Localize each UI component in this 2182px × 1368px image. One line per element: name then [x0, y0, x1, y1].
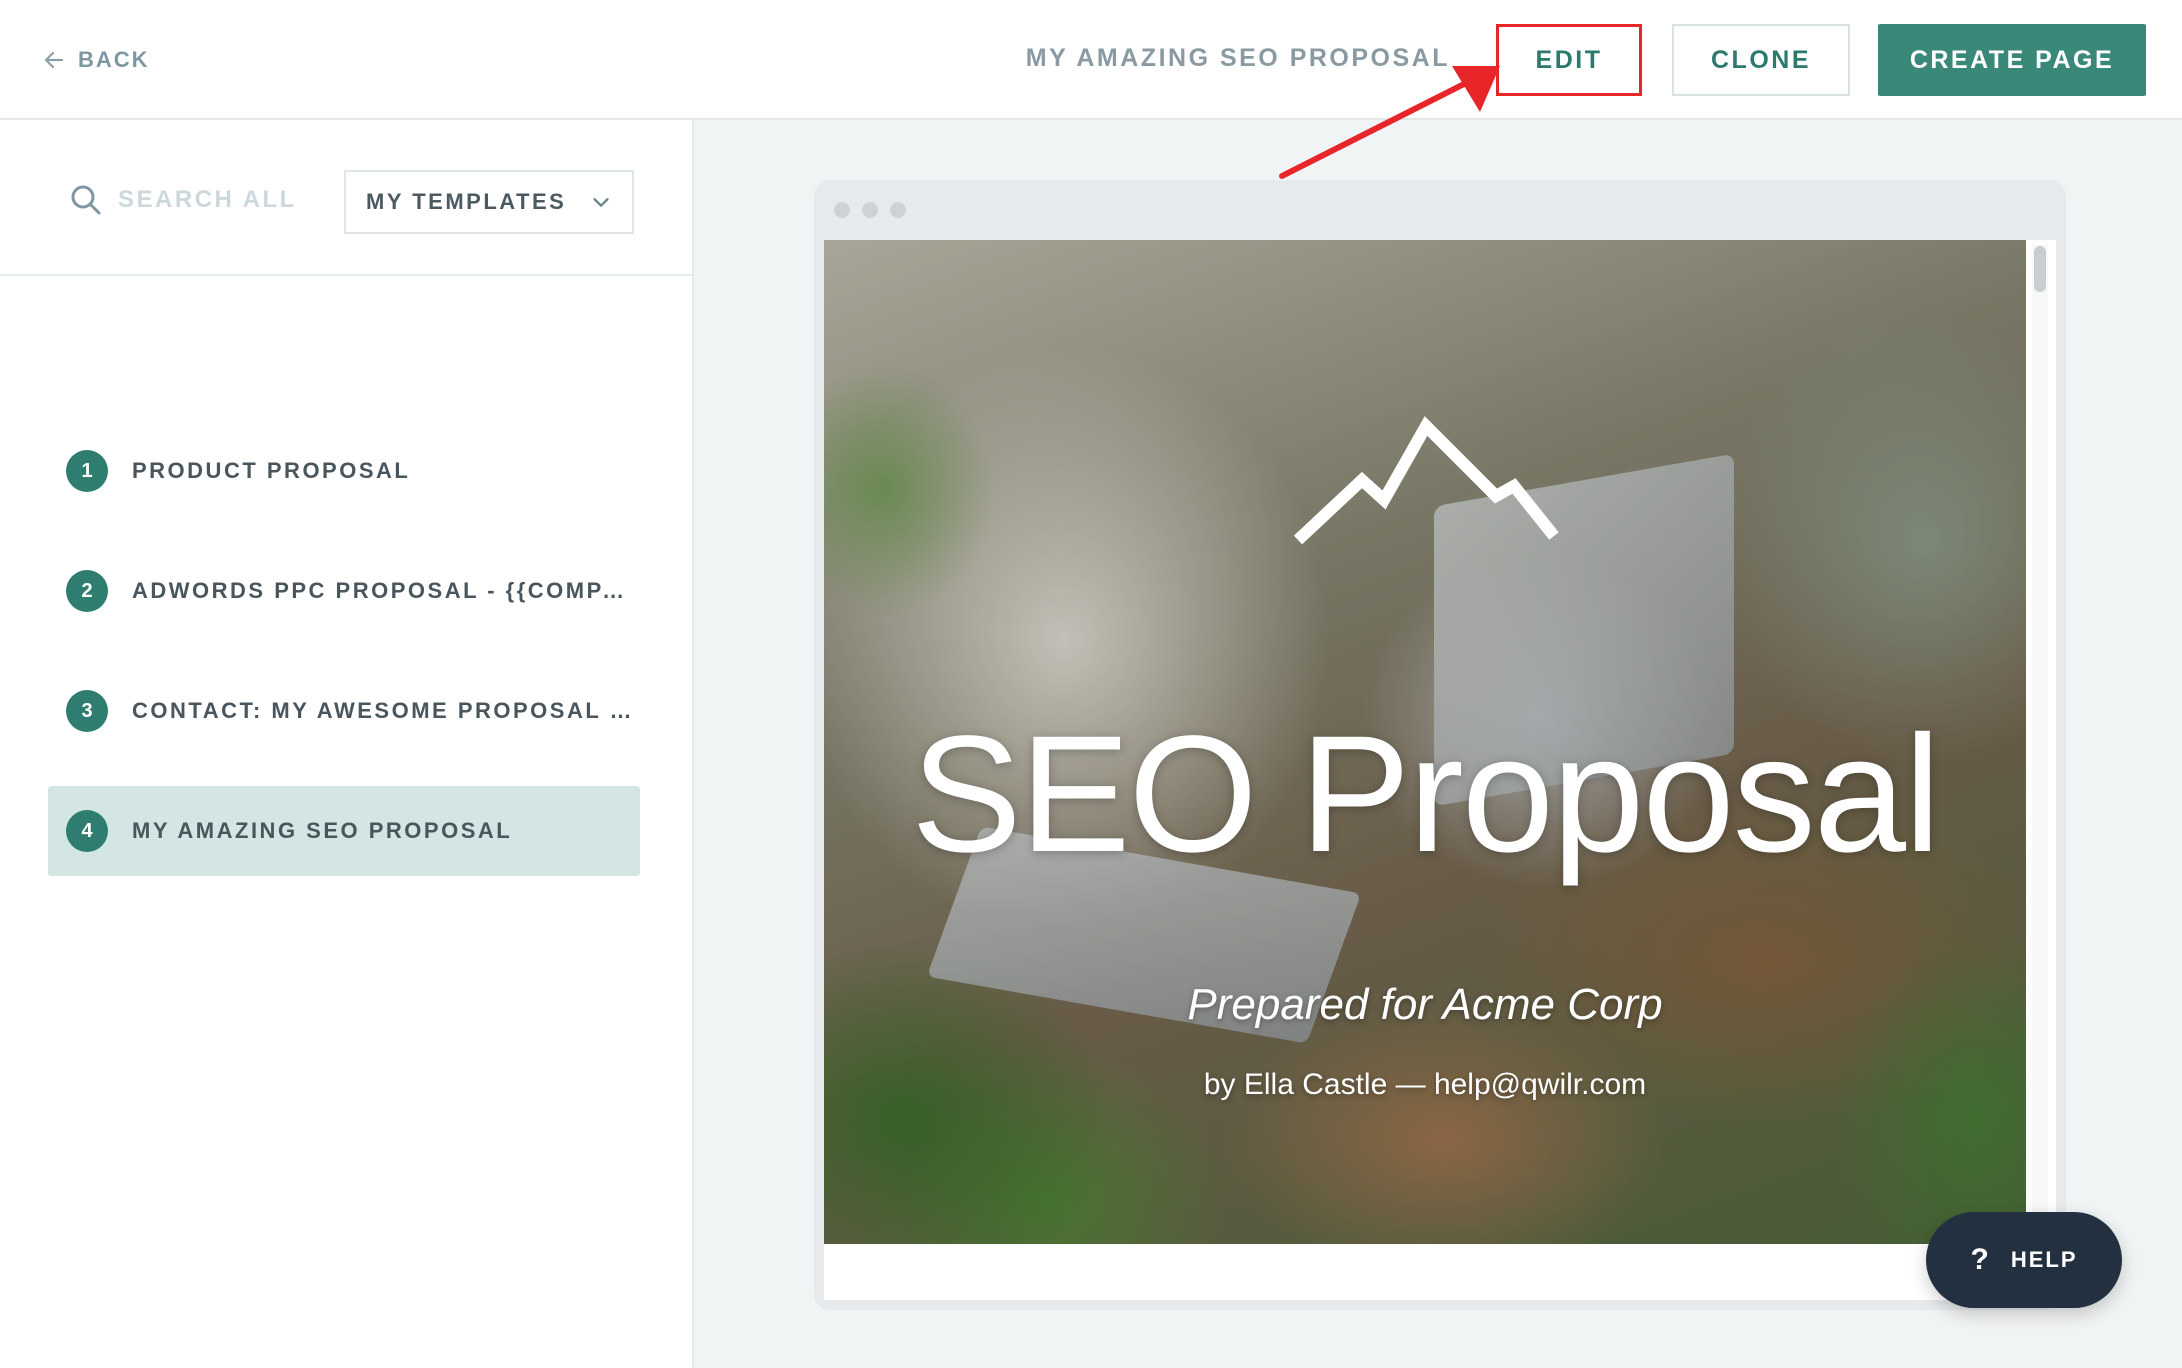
- back-button[interactable]: BACK: [42, 44, 150, 76]
- item-number-badge: 2: [66, 570, 108, 612]
- template-item-product-proposal[interactable]: 1 PRODUCT PROPOSAL: [48, 426, 640, 516]
- browser-frame: SEO Proposal Prepared for Acme Corp by E…: [814, 180, 2066, 1310]
- create-page-button[interactable]: CREATE PAGE: [1878, 24, 2146, 96]
- item-number-badge: 1: [66, 450, 108, 492]
- template-item-label: CONTACT: MY AWESOME PROPOSAL FOR -…: [132, 698, 640, 723]
- hero-image: SEO Proposal Prepared for Acme Corp by E…: [824, 240, 2026, 1244]
- help-button[interactable]: ? HELP: [1926, 1212, 2122, 1308]
- preview-scrollbar[interactable]: [2032, 244, 2048, 1284]
- mountain-logo-icon: [1293, 416, 1559, 545]
- search-row: MY TEMPLATES: [0, 120, 694, 276]
- window-dots: [834, 202, 906, 218]
- template-item-contact-proposal[interactable]: 3 CONTACT: MY AWESOME PROPOSAL FOR -…: [48, 666, 640, 756]
- back-label: BACK: [78, 47, 150, 72]
- page-preview[interactable]: SEO Proposal Prepared for Acme Corp by E…: [824, 240, 2056, 1300]
- search-input[interactable]: [118, 186, 318, 214]
- item-number-badge: 3: [66, 690, 108, 732]
- template-item-label: PRODUCT PROPOSAL: [132, 458, 411, 483]
- template-item-label: ADWORDS PPC PROPOSAL - {{COMPANYN…: [132, 578, 640, 603]
- document-title: MY AMAZING SEO PROPOSAL: [1025, 44, 1450, 72]
- template-item-seo-proposal[interactable]: 4 MY AMAZING SEO PROPOSAL: [48, 786, 640, 876]
- hero-subtitle: Prepared for Acme Corp: [1187, 980, 1663, 1029]
- search-icon: [71, 185, 101, 215]
- template-item-adwords-ppc-proposal[interactable]: 2 ADWORDS PPC PROPOSAL - {{COMPANYN…: [48, 546, 640, 636]
- template-item-label: MY AMAZING SEO PROPOSAL: [132, 818, 513, 843]
- edit-button[interactable]: EDIT: [1496, 24, 1642, 96]
- template-filter-select[interactable]: MY TEMPLATES: [344, 170, 634, 234]
- chevron-down-icon: [593, 198, 609, 207]
- template-filter-value: MY TEMPLATES: [366, 189, 567, 214]
- hero-byline: by Ella Castle — help@qwilr.com: [1203, 1068, 1647, 1101]
- clone-button[interactable]: CLONE: [1672, 24, 1850, 96]
- search: [70, 184, 318, 216]
- question-mark-icon: ?: [1970, 1243, 1991, 1276]
- item-number-badge: 4: [66, 810, 108, 852]
- scrollbar-thumb[interactable]: [2034, 246, 2046, 292]
- arrow-left-icon: [44, 51, 64, 69]
- sidebar: MY TEMPLATES 1 PRODUCT PROPOSAL 2 ADWORD…: [0, 120, 694, 1368]
- top-bar: BACK MY AMAZING SEO PROPOSAL EDIT CLONE …: [0, 0, 2182, 120]
- help-label: HELP: [2010, 1247, 2078, 1272]
- hero-title: SEO Proposal: [911, 702, 1941, 887]
